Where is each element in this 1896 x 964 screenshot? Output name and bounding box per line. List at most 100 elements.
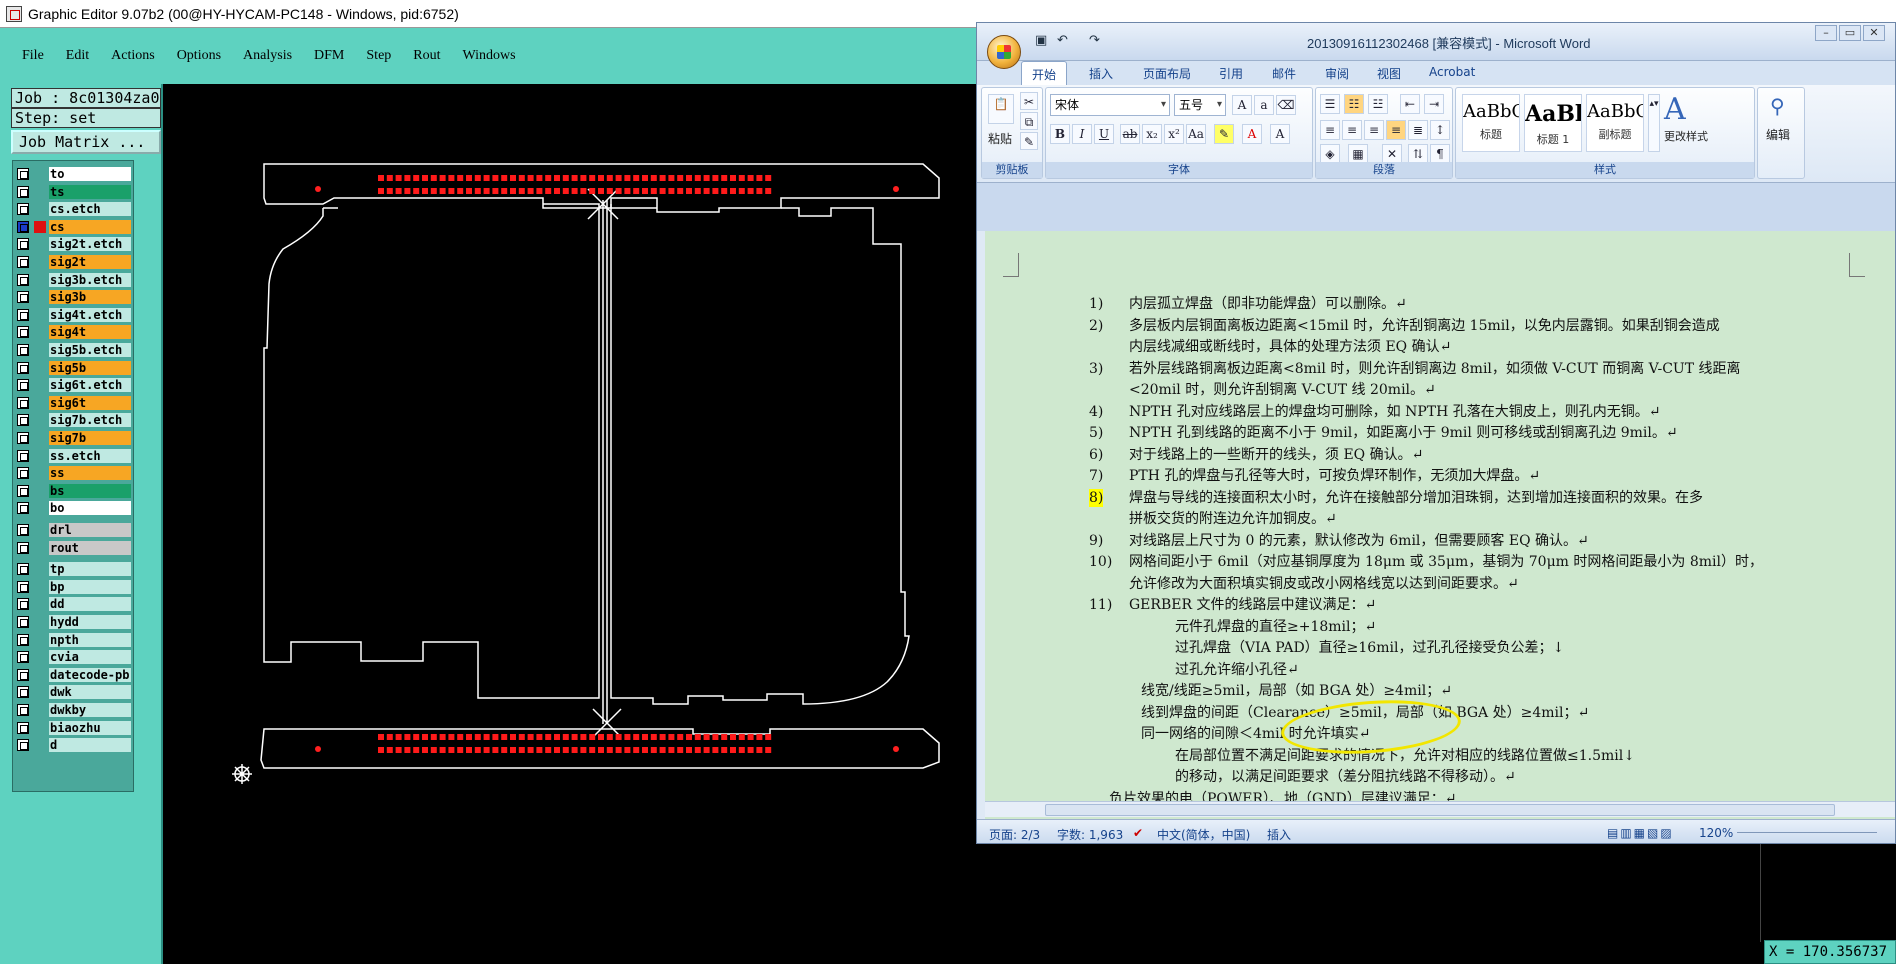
style-subtitle[interactable]: AaBbC 副标题 [1586, 94, 1644, 152]
copy-icon[interactable]: ⧉ [1020, 112, 1038, 130]
layer-row[interactable]: sig2t [17, 255, 131, 269]
sort-icon[interactable]: ✕ [1382, 144, 1402, 164]
list-item-text[interactable]: GERBER 文件的线路层中建议满足：↵ [1129, 596, 1376, 614]
layer-name[interactable]: rout [49, 540, 131, 555]
style-heading-1[interactable]: AaBl 标题 1 [1524, 94, 1582, 152]
redo-icon[interactable]: ↷ [1089, 33, 1105, 49]
layer-name[interactable]: ts [49, 184, 131, 199]
layer-row[interactable]: tp [17, 562, 131, 577]
undo-icon[interactable]: ↶ [1057, 33, 1073, 49]
align-left-icon[interactable]: ≡ [1320, 120, 1340, 140]
layer-checkbox[interactable] [17, 326, 29, 339]
layer-checkbox[interactable] [17, 580, 29, 593]
list-item-text[interactable]: 内层线减细或断线时，具体的处理方法须 EQ 确认↵ [1129, 338, 1451, 356]
list-item-text[interactable]: 对于线路上的一些断开的线头，须 EQ 确认。↵ [1129, 446, 1423, 464]
zoom-slider[interactable] [1737, 832, 1877, 843]
layer-checkbox[interactable] [17, 502, 29, 515]
layer-checkbox[interactable] [17, 704, 29, 716]
tab-review[interactable]: 审阅 [1325, 65, 1349, 82]
layer-checkbox[interactable] [17, 563, 29, 576]
font-name-combo[interactable]: 宋体 [1050, 94, 1170, 116]
layer-checkbox[interactable] [17, 467, 29, 480]
layer-name[interactable]: cs.etch [49, 202, 131, 217]
menu-windows[interactable]: Windows [463, 48, 516, 64]
layer-row[interactable]: cvia [17, 650, 131, 665]
tab-acrobat[interactable]: Acrobat [1429, 65, 1475, 79]
menu-dfm[interactable]: DFM [314, 48, 344, 64]
sub-item-text[interactable]: 的移动，以满足间距要求（差分阻抗线路不得移动）。↵ [1175, 768, 1516, 786]
sub-item-text[interactable]: 线宽/线距≥5mil，局部（如 BGA 处）≥4mil；↵ [1141, 682, 1452, 700]
bullets-icon[interactable]: ☰ [1320, 94, 1340, 114]
layer-row[interactable]: to [17, 167, 131, 181]
layer-row[interactable]: ts [17, 184, 131, 199]
tab-home[interactable]: 开始 [1021, 61, 1068, 85]
layer-row[interactable]: biaozhu [17, 720, 131, 735]
distributed-icon[interactable]: ≣ [1408, 120, 1428, 140]
multilevel-list-icon[interactable]: ☳ [1368, 94, 1388, 114]
layer-checkbox[interactable] [17, 379, 29, 392]
layer-name[interactable]: d [49, 738, 131, 753]
decrease-indent-icon[interactable]: ⇤ [1400, 94, 1420, 114]
layer-name[interactable]: dwk [49, 685, 131, 700]
layer-row[interactable]: sig6t.etch [17, 378, 131, 393]
job-matrix-button[interactable]: Job Matrix ... [11, 130, 161, 154]
view-buttons-icon[interactable]: ▤▥▦▧▨ [1607, 826, 1674, 840]
italic-icon[interactable]: I [1072, 124, 1092, 144]
status-words[interactable]: 字数: 1,963 [1057, 826, 1123, 843]
align-right-icon[interactable]: ≡ [1364, 120, 1384, 140]
line-spacing-icon[interactable]: ↕ [1430, 120, 1450, 140]
layer-checkbox[interactable] [17, 291, 29, 304]
layer-row[interactable]: bs [17, 483, 131, 498]
list-item-text[interactable]: PTH 孔的焊盘与孔径等大时，可按负焊环制作，无须加大焊盘。↵ [1129, 467, 1540, 485]
layer-name[interactable]: sig3b.etch [49, 272, 131, 287]
horizontal-scrollbar[interactable] [985, 801, 1895, 817]
layer-row[interactable]: ss [17, 466, 131, 481]
sub-item-text[interactable]: 过孔允许缩小孔径↵ [1175, 661, 1299, 679]
style-title[interactable]: AaBbC 标题 [1462, 94, 1520, 152]
layer-row[interactable]: dd [17, 597, 131, 612]
layer-row[interactable]: sig2t.etch [17, 237, 131, 252]
layer-name[interactable]: biaozhu [49, 720, 131, 735]
layer-checkbox[interactable] [17, 256, 29, 268]
change-styles-label[interactable]: 更改样式 [1664, 128, 1708, 144]
layer-row[interactable]: bo [17, 501, 131, 516]
layer-row[interactable]: sig5b.etch [17, 343, 131, 357]
layer-row[interactable]: d [17, 738, 131, 753]
layer-row[interactable]: sig3b [17, 290, 131, 305]
layer-row[interactable]: hydd [17, 615, 131, 629]
superscript-icon[interactable]: x² [1164, 124, 1184, 144]
paste-label[interactable]: 粘贴 [988, 130, 1012, 147]
status-language[interactable]: 中文(简体，中国) [1157, 826, 1250, 843]
layer-checkbox[interactable] [17, 168, 29, 180]
layer-row[interactable]: sig4t [17, 325, 131, 340]
layer-checkbox[interactable] [17, 739, 29, 752]
layer-name[interactable]: sig7b [49, 431, 131, 445]
layer-checkbox[interactable] [17, 185, 29, 198]
layer-checkbox[interactable] [17, 273, 29, 286]
sub-item-text[interactable]: 在局部位置不满足间距要求的情况下，允许对相应的线路位置做≤1.5mil↓ [1175, 747, 1635, 765]
layer-row[interactable]: npth [17, 632, 131, 647]
layer-name[interactable]: dwkby [49, 703, 131, 717]
zoom-level[interactable]: 120% [1699, 826, 1733, 840]
tab-mailings[interactable]: 邮件 [1272, 65, 1296, 82]
layer-row[interactable]: cs [17, 219, 131, 234]
tab-references[interactable]: 引用 [1219, 65, 1243, 82]
strikethrough-icon[interactable]: ab [1120, 124, 1140, 144]
styles-scroll-icon[interactable]: ▴▾ [1648, 94, 1660, 152]
layer-name[interactable]: sig6t.etch [49, 378, 131, 393]
align-center-icon[interactable]: ≡ [1342, 120, 1362, 140]
menu-edit[interactable]: Edit [66, 48, 89, 64]
layer-row[interactable]: sig6t [17, 395, 131, 410]
list-item-text[interactable]: <20mil 时，则允许刮铜离 V-CUT 线 20mil。↵ [1129, 381, 1436, 399]
word-title-bar[interactable]: ▣ ↶ ↷ 20130916112302468 [兼容模式] - Microso… [977, 23, 1895, 61]
shading-icon[interactable]: ◈ [1320, 144, 1340, 164]
layer-row[interactable]: cs.etch [17, 202, 131, 217]
menu-options[interactable]: Options [177, 48, 221, 64]
layer-row[interactable]: sig7b [17, 431, 131, 445]
font-color-icon[interactable]: A [1242, 124, 1262, 144]
layer-checkbox[interactable] [17, 598, 29, 611]
tab-insert[interactable]: 插入 [1089, 65, 1113, 82]
layer-checkbox[interactable] [17, 651, 29, 664]
list-item-text[interactable]: 对线路层上尺寸为 0 的元素，默认修改为 6mil，但需要顾客 EQ 确认。↵ [1129, 532, 1589, 550]
change-styles-icon[interactable]: A [1664, 92, 1686, 127]
